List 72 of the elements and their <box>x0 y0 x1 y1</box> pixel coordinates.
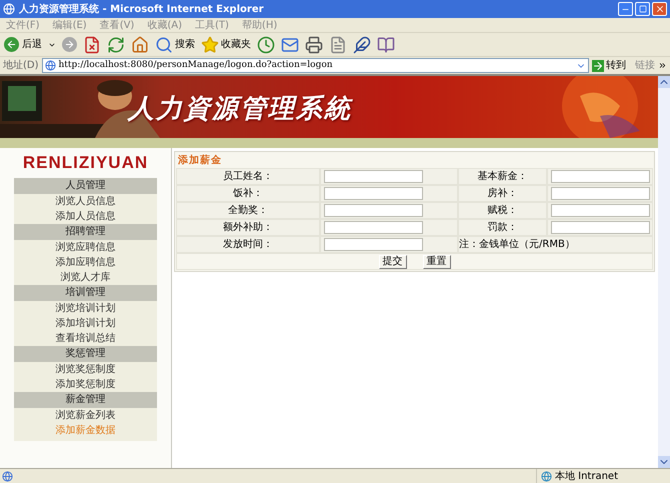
input-field[interactable] <box>324 170 423 183</box>
sidebar-header: 奖惩管理 <box>14 346 157 362</box>
input-field[interactable] <box>324 187 423 200</box>
page-icon <box>2 470 13 482</box>
input-field[interactable] <box>324 204 423 217</box>
input-field[interactable] <box>551 204 650 217</box>
forward-icon[interactable] <box>62 37 77 52</box>
window-title: 人力资源管理系统 - Microsoft Internet Explorer <box>19 2 264 16</box>
field-label: 发放时间： <box>223 238 273 252</box>
search-button[interactable]: 搜索 <box>155 36 195 54</box>
book-icon[interactable] <box>377 36 395 54</box>
mail-icon[interactable] <box>281 36 299 54</box>
banner-title: 人力資源管理系統 <box>128 94 352 124</box>
sidebar-header: 薪金管理 <box>14 392 157 408</box>
field-label: 房补： <box>488 186 518 201</box>
input-field[interactable] <box>551 187 650 200</box>
form-button[interactable]: 重置 <box>422 254 450 268</box>
note-text: 注：金钱单位（元/RMB） <box>459 238 575 252</box>
globe-icon <box>44 60 56 71</box>
minimize-button[interactable] <box>618 2 633 16</box>
sidebar-link[interactable]: 添加奖惩制度 <box>56 376 116 392</box>
refresh-icon[interactable] <box>107 36 125 54</box>
search-icon <box>155 36 173 54</box>
favorites-button[interactable]: 收藏夹 <box>201 36 251 54</box>
form-title: 添加薪金 <box>178 154 222 168</box>
sidebar-link[interactable]: 浏览人才库 <box>60 270 110 284</box>
stop-icon[interactable] <box>83 36 101 54</box>
sidebar-header: 招聘管理 <box>14 224 157 240</box>
form-button[interactable]: 提交 <box>378 254 406 268</box>
input-field[interactable] <box>551 221 650 234</box>
maximize-icon <box>638 5 646 13</box>
input-field[interactable] <box>324 221 423 234</box>
field-label: 员工姓名： <box>223 170 273 184</box>
field-label: 饭补： <box>233 186 263 201</box>
sidebar-link[interactable]: 浏览人员信息 <box>56 194 116 208</box>
field-label: 赋税： <box>488 204 518 218</box>
address-field[interactable]: http://localhost:8080/personManage/logon.do?action=logon <box>42 58 589 73</box>
scroll-up-icon[interactable] <box>658 76 670 88</box>
sidebar-link[interactable]: 浏览薪金列表 <box>56 408 116 422</box>
sidebar-link[interactable]: 添加应聘信息 <box>56 254 116 270</box>
star-icon <box>201 36 219 54</box>
sidebar-link[interactable]: 添加人员信息 <box>56 208 116 224</box>
field-label: 全勤奖： <box>228 204 268 218</box>
home-icon[interactable] <box>131 36 149 54</box>
sidebar-header: 培训管理 <box>14 284 157 300</box>
edit-icon[interactable] <box>329 36 347 54</box>
history-icon[interactable] <box>257 36 275 54</box>
sidebar-link[interactable]: 查看培训总结 <box>56 330 116 346</box>
sidebar-link[interactable]: 添加培训计划 <box>56 316 116 330</box>
scroll-down-icon[interactable] <box>658 456 670 468</box>
intranet-icon <box>540 470 552 482</box>
close-icon <box>654 4 664 14</box>
zone-text: 本地 Intranet <box>554 470 618 483</box>
maximize-button[interactable] <box>635 2 650 16</box>
sidebar-link[interactable]: 浏览培训计划 <box>56 300 116 316</box>
sidebar-link[interactable]: 浏览应聘信息 <box>56 240 116 254</box>
field-label: 基本薪金： <box>478 170 528 184</box>
field-label: 额外补助： <box>223 220 273 235</box>
sidebar-link[interactable]: 浏览奖惩制度 <box>56 362 116 376</box>
more-icon[interactable] <box>658 61 667 70</box>
feather-icon[interactable] <box>353 36 371 54</box>
back-button[interactable]: 后退 <box>4 37 42 52</box>
input-field[interactable] <box>551 170 650 183</box>
scrollbar[interactable] <box>658 76 670 468</box>
input-field[interactable] <box>324 238 423 251</box>
logo-text: RENLIZIYUAN <box>22 152 148 174</box>
close-button[interactable] <box>652 2 667 16</box>
print-icon[interactable] <box>305 36 323 54</box>
sidebar-header: 人员管理 <box>14 178 157 194</box>
address-label: 地址(D) <box>3 58 39 73</box>
field-label: 罚款： <box>488 221 518 235</box>
go-button[interactable]: 转到 <box>592 58 626 73</box>
